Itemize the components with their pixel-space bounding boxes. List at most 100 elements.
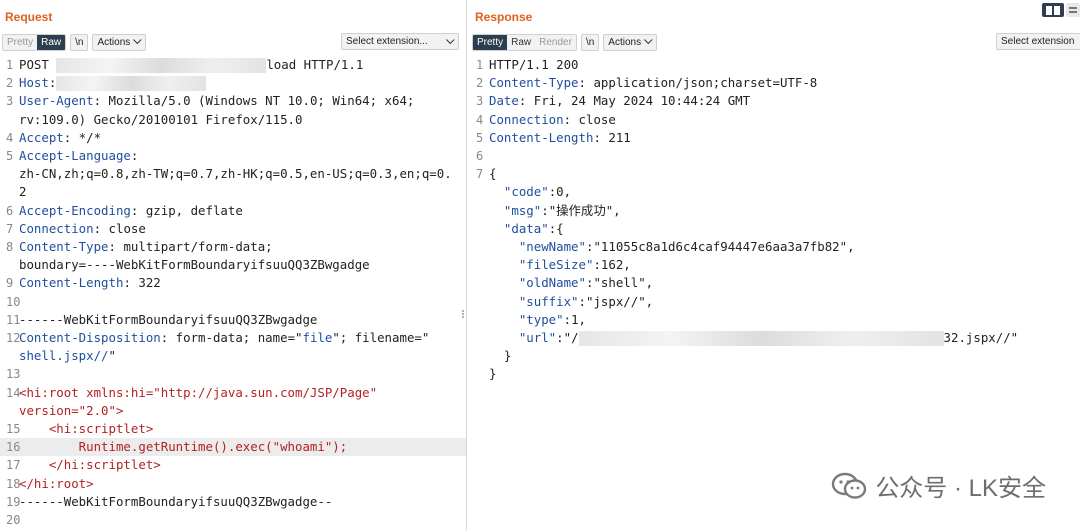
code-text: {: [489, 165, 1080, 183]
tab-raw[interactable]: Raw: [37, 34, 66, 50]
code-text: "msg":"操作成功",: [489, 202, 1080, 220]
code-text: rv:109.0) Gecko/20100101 Firefox/115.0: [19, 111, 466, 129]
chevron-down-icon: [446, 35, 455, 44]
line-number: 4: [476, 112, 484, 127]
code-line: 2: [0, 183, 466, 201]
code-line: "data":{: [470, 220, 1080, 238]
tab-render[interactable]: Render: [535, 34, 576, 50]
code-text: Content-Length: 211: [489, 129, 1080, 147]
tab-pretty[interactable]: Pretty: [3, 34, 38, 50]
tab-pretty[interactable]: Pretty: [473, 34, 508, 50]
code-text: "url":"/ 32.jspx//": [489, 329, 1080, 347]
text-token: :162,: [593, 257, 631, 273]
actions-button[interactable]: Actions: [92, 33, 147, 51]
line-number: [0, 256, 19, 274]
redacted-text: [56, 58, 267, 73]
chevron-down-icon: [133, 35, 142, 45]
key-token: Accept: [19, 129, 64, 145]
key-token: "data": [503, 220, 549, 236]
watermark: 公众号 · LK安全: [831, 468, 1046, 503]
response-view-tabs: Pretty Raw Render: [472, 33, 577, 51]
code-text: Connection: close: [489, 111, 1080, 129]
newline-toggle[interactable]: \n: [580, 33, 600, 51]
code-text: Content-Type: application/json;charset=U…: [489, 74, 1080, 92]
text-token: HTTP/1.1 200: [489, 57, 579, 72]
code-line: 19 ------WebKitFormBoundaryifsuuQQ3ZBwgad…: [0, 493, 466, 511]
line-number: 18: [6, 476, 21, 491]
line-number: 17: [6, 458, 21, 473]
code-line: 6 Accept-Encoding: gzip, deflate: [0, 202, 466, 220]
code-line: 13: [0, 365, 466, 383]
text-token: <hi:scriptlet>: [19, 421, 154, 437]
text-token: :"/: [556, 330, 579, 346]
chevron-down-icon: [644, 35, 653, 45]
code-text: boundary=----WebKitFormBoundaryifsuuQQ3Z…: [19, 256, 466, 274]
select-extension-dropdown[interactable]: Select extension...: [341, 33, 459, 50]
text-token: : 211: [593, 129, 631, 145]
split-view-icon[interactable]: [1042, 3, 1064, 17]
actions-button[interactable]: Actions: [603, 33, 658, 51]
text-token: </hi:root>: [19, 475, 94, 491]
code-text: version="2.0">: [19, 402, 466, 420]
code-line: 3 User-Agent: Mozilla/5.0 (Windows NT 10.…: [0, 92, 466, 110]
code-line: "type":1,: [470, 311, 1080, 329]
code-line: "code":0,: [470, 183, 1080, 201]
line-number: [0, 111, 19, 129]
line-number: 1: [6, 58, 14, 72]
code-text: Content-Type: multipart/form-data;: [19, 238, 466, 256]
line-number: 12: [6, 331, 21, 346]
code-line: }: [470, 365, 1080, 383]
tab-raw[interactable]: Raw: [507, 34, 536, 50]
newline-toggle[interactable]: \n: [70, 33, 89, 51]
code-line: 5 Content-Length: 211: [470, 129, 1080, 147]
key-token: "oldName": [518, 275, 586, 291]
text-token: : 322: [123, 275, 161, 291]
code-line: 14 <hi:root xmlns:hi="http://java.sun.com…: [0, 384, 466, 402]
line-number: [470, 256, 489, 274]
code-line: 7 Connection: close: [0, 220, 466, 238]
select-extension-dropdown[interactable]: Select extension: [996, 33, 1080, 50]
code-line: 6: [470, 147, 1080, 165]
stacked-view-icon[interactable]: [1066, 3, 1080, 17]
code-line: 2 Content-Type: application/json;charset=…: [470, 74, 1080, 92]
code-line: }: [470, 347, 1080, 365]
text-token: : Fri, 24 May 2024 10:44:24 GMT: [518, 93, 751, 109]
code-line: "oldName":"shell",: [470, 274, 1080, 292]
text-token: version="2.0">: [19, 402, 124, 418]
actions-label: Actions: [608, 36, 642, 48]
key-token: Content-Disposition: [19, 330, 161, 346]
line-number: [0, 402, 19, 420]
code-text: "fileSize":162,: [489, 256, 1080, 274]
request-editor[interactable]: 1 POST load HTTP/1.1 2 Host: 3 User-Agent: Mo…: [0, 56, 466, 531]
code-text: HTTP/1.1 200: [489, 56, 1080, 74]
code-text: Connection: close: [19, 220, 466, 238]
line-number: [470, 183, 489, 201]
text-token: "; filename=": [332, 330, 430, 346]
resize-handle[interactable]: [462, 309, 466, 319]
line-number: 1: [476, 58, 484, 72]
key-token: shell.jspx//: [19, 348, 109, 364]
code-text: ------WebKitFormBoundaryifsuuQQ3ZBwgadge…: [19, 493, 466, 511]
key-token: file: [302, 330, 333, 346]
code-text: }: [489, 347, 1080, 365]
code-line: 4 Accept: */*: [0, 129, 466, 147]
code-text: <hi:scriptlet>: [19, 420, 466, 438]
code-line: 12 Content-Disposition: form-data; name="…: [0, 329, 466, 347]
text-token: 32.jspx//": [943, 330, 1019, 346]
line-number: [470, 293, 489, 311]
line-number: [470, 238, 489, 256]
code-text: Accept-Language:: [19, 147, 466, 165]
text-token: ------WebKitFormBoundaryifsuuQQ3ZBwgadge: [19, 311, 318, 327]
layout-toggle[interactable]: [1042, 3, 1080, 17]
wechat-icon: [831, 472, 867, 500]
line-number: 4: [6, 130, 14, 145]
code-line: 1 POST load HTTP/1.1: [0, 56, 466, 74]
code-line: version="2.0">: [0, 402, 466, 420]
code-line: 18 </hi:root>: [0, 475, 466, 493]
text-token: ": [108, 348, 116, 364]
response-editor[interactable]: 1 HTTP/1.1 200 2 Content-Type: application/…: [470, 56, 1080, 531]
